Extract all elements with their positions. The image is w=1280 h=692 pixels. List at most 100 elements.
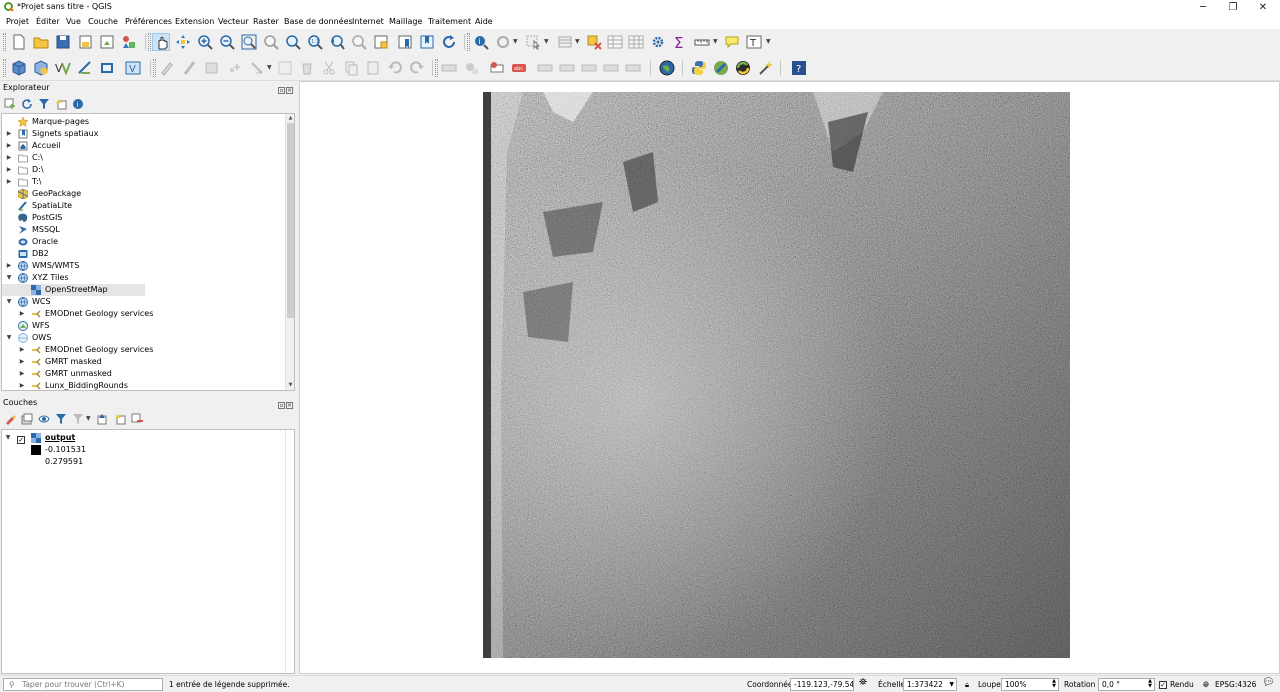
zoom-out-icon[interactable]: [218, 33, 236, 51]
statistics-sigma-icon[interactable]: Σ: [671, 33, 689, 51]
measure-ruler-icon[interactable]: [693, 33, 711, 51]
new-shapefile-icon[interactable]: V: [54, 59, 72, 77]
attribute-table-icon[interactable]: [606, 33, 624, 51]
menu-vecteur[interactable]: Vecteur: [218, 17, 249, 26]
style-panel-brush-icon[interactable]: [4, 413, 16, 425]
browser-item[interactable]: ▶ EMODnet Geology services: [2, 344, 294, 356]
style-manager-icon[interactable]: [120, 33, 138, 51]
browser-tree[interactable]: ▶ Lunx_BiddingRounds ▶ GMRT unmasked ▶ GMRT m…: [1, 113, 295, 391]
identify-features-icon[interactable]: i: [472, 33, 490, 51]
scroll-thumb[interactable]: [287, 123, 294, 318]
highlight-labels-icon[interactable]: [488, 59, 506, 77]
cut-features-icon[interactable]: [320, 59, 338, 77]
zoom-native-icon[interactable]: 1:1: [306, 33, 324, 51]
coordinate-field[interactable]: -119.123,-79.547: [790, 678, 854, 691]
browser-item[interactable]: Oracle: [2, 236, 294, 248]
python-console-icon[interactable]: [690, 59, 708, 77]
crs-button[interactable]: EPSG:4326: [1215, 679, 1256, 690]
locator-search-input[interactable]: ⚲ Taper pour trouver (Ctrl+K): [3, 678, 163, 691]
collapse-arrow-icon[interactable]: ▼: [5, 296, 13, 308]
select-by-value-icon[interactable]: [556, 33, 574, 51]
map-tips-icon[interactable]: [723, 33, 741, 51]
toolbar-grip[interactable]: [3, 33, 6, 51]
new-temporary-layer-icon[interactable]: [76, 59, 94, 77]
field-calculator-icon[interactable]: [627, 33, 645, 51]
menu-internet[interactable]: Internet: [352, 17, 384, 26]
vertex-tool-icon[interactable]: [248, 59, 266, 77]
refresh-icon[interactable]: [440, 33, 458, 51]
save-edits-icon[interactable]: [202, 59, 220, 77]
measure-dropdown-icon[interactable]: ▼: [713, 38, 718, 45]
zoom-next-icon[interactable]: [350, 33, 368, 51]
current-edits-icon[interactable]: [158, 59, 176, 77]
print-layout-icon[interactable]: [98, 33, 116, 51]
actions-dropdown-icon[interactable]: ▼: [513, 38, 518, 45]
move-label-icon[interactable]: [536, 59, 554, 77]
magnifier-spin-icon[interactable]: ▲ ▼: [1052, 679, 1056, 689]
remove-layer-icon[interactable]: [131, 413, 143, 425]
menu-aide[interactable]: Aide: [475, 17, 493, 26]
toggle-editing-icon[interactable]: [180, 59, 198, 77]
open-project-icon[interactable]: [32, 33, 50, 51]
browser-item[interactable]: ▼ OWS: [2, 332, 294, 344]
browser-item[interactable]: ▼ WCS: [2, 296, 294, 308]
undo-icon[interactable]: [386, 59, 404, 77]
save-project-icon[interactable]: [54, 33, 72, 51]
save-as-icon[interactable]: [76, 33, 94, 51]
delete-selected-icon[interactable]: [298, 59, 316, 77]
browser-item[interactable]: ▶ Accueil: [2, 140, 294, 152]
scale-dropdown-icon[interactable]: ▼: [949, 679, 954, 690]
toolbox-gear-icon[interactable]: [649, 33, 667, 51]
render-checkbox[interactable]: ✓: [1159, 679, 1167, 690]
manage-visibility-eye-icon[interactable]: [38, 413, 50, 425]
menu-maillage[interactable]: Maillage: [389, 17, 422, 26]
close-button[interactable]: ✕: [1248, 0, 1278, 15]
label-toolbar-icon[interactable]: [440, 59, 458, 77]
minimize-button[interactable]: ─: [1188, 0, 1218, 15]
expand-arrow-icon[interactable]: ▶: [5, 164, 13, 176]
expand-arrow-icon[interactable]: ▶: [5, 128, 13, 140]
close-icon[interactable]: ×: [286, 402, 293, 409]
browser-item[interactable]: OpenStreetMap: [2, 284, 145, 296]
crs-globe-icon[interactable]: 🌐︎: [1203, 679, 1209, 690]
expand-arrow-icon[interactable]: ▶: [5, 260, 13, 272]
add-group-icon[interactable]: [21, 413, 33, 425]
add-selected-layers-icon[interactable]: [4, 98, 16, 110]
menu-preferences[interactable]: Préférences: [125, 17, 172, 26]
browser-item[interactable]: ▶ EMODnet Geology services: [2, 308, 294, 320]
lock-scale-icon[interactable]: 🔒︎: [965, 679, 969, 690]
pin-labels-icon[interactable]: [462, 59, 480, 77]
browser-item[interactable]: SpatiaLite: [2, 200, 294, 212]
new-map-view-icon[interactable]: [372, 33, 390, 51]
zoom-to-selection-icon[interactable]: [262, 33, 280, 51]
scroll-down-icon[interactable]: ▼: [286, 381, 294, 390]
pan-hand-icon[interactable]: [152, 33, 170, 51]
browser-item[interactable]: ▶ Signets spatiaux: [2, 128, 294, 140]
expand-all-icon[interactable]: [97, 413, 109, 425]
redo-icon[interactable]: [408, 59, 426, 77]
new-bookmark-icon[interactable]: [396, 33, 414, 51]
maximize-button[interactable]: ❐: [1218, 0, 1248, 15]
filter-legend-icon[interactable]: [55, 413, 67, 425]
rotation-spin-icon[interactable]: ▲ ▼: [1148, 679, 1152, 689]
browser-item[interactable]: ▶ C:\: [2, 152, 294, 164]
diagram-label-icon[interactable]: [624, 59, 642, 77]
collapse-arrow-icon[interactable]: ▼: [5, 332, 13, 344]
float-icon[interactable]: ▫: [278, 87, 285, 94]
toolbar-grip[interactable]: [153, 59, 156, 77]
browser-item[interactable]: WFS: [2, 320, 294, 332]
layer-row-output[interactable]: ▼ ✓ output: [2, 432, 294, 444]
expand-arrow-icon[interactable]: ▶: [5, 140, 13, 152]
show-hide-labels-icon[interactable]: abc: [510, 59, 528, 77]
expand-arrow-icon[interactable]: ▶: [5, 176, 13, 188]
new-spatialite-icon[interactable]: [98, 59, 116, 77]
pan-to-selection-icon[interactable]: [174, 33, 192, 51]
close-icon[interactable]: ×: [286, 87, 293, 94]
browser-item[interactable]: ▶ Lunx_BiddingRounds: [2, 380, 294, 390]
plugin-magic-wand-icon[interactable]: [756, 59, 774, 77]
expand-arrow-icon[interactable]: ▶: [18, 380, 26, 390]
collapse-all-icon[interactable]: [55, 98, 67, 110]
show-bookmarks-icon[interactable]: [418, 33, 436, 51]
filter-expression-icon[interactable]: [72, 413, 84, 425]
data-source-manager-icon[interactable]: [10, 59, 28, 77]
